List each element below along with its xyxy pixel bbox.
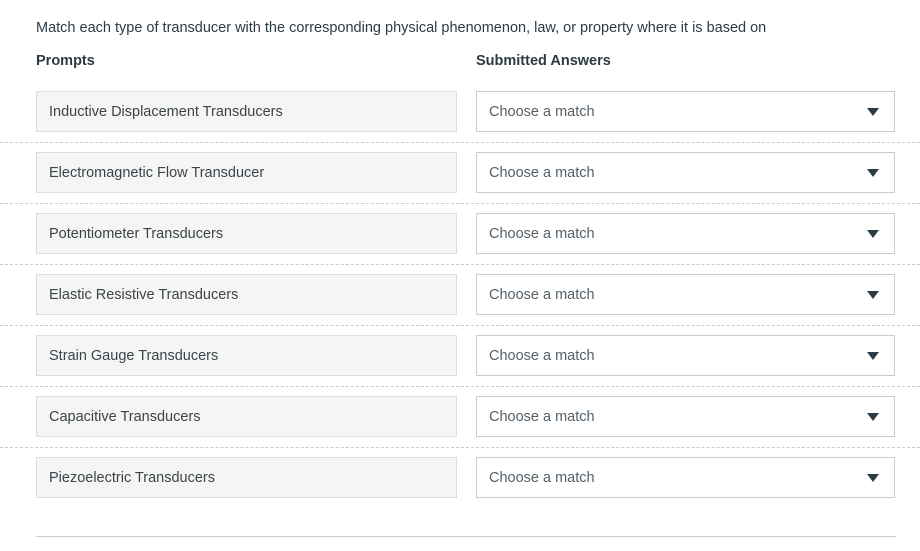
- chevron-down-icon: [866, 105, 880, 119]
- prompts-column-header: Prompts: [36, 53, 95, 69]
- answer-dropdown[interactable]: Choose a match: [476, 213, 895, 254]
- answer-dropdown-value: Choose a match: [489, 103, 595, 120]
- prompt-cell: Strain Gauge Transducers: [36, 335, 457, 376]
- matching-rows: Inductive Displacement Transducers Choos…: [0, 82, 920, 509]
- answer-dropdown-value: Choose a match: [489, 408, 595, 425]
- table-row: Piezoelectric Transducers Choose a match: [0, 448, 920, 509]
- answer-dropdown[interactable]: Choose a match: [476, 335, 895, 376]
- answers-column-header: Submitted Answers: [476, 53, 611, 69]
- answer-dropdown[interactable]: Choose a match: [476, 274, 895, 315]
- answer-dropdown-value: Choose a match: [489, 286, 595, 303]
- table-row: Potentiometer Transducers Choose a match: [0, 204, 920, 265]
- prompt-label: Strain Gauge Transducers: [49, 347, 219, 364]
- chevron-down-icon: [866, 410, 880, 424]
- chevron-down-icon: [866, 288, 880, 302]
- prompt-label: Elastic Resistive Transducers: [49, 286, 239, 303]
- answer-dropdown-value: Choose a match: [489, 225, 595, 242]
- table-row: Capacitive Transducers Choose a match: [0, 387, 920, 448]
- answer-dropdown[interactable]: Choose a match: [476, 152, 895, 193]
- prompt-cell: Inductive Displacement Transducers: [36, 91, 457, 132]
- prompt-cell: Elastic Resistive Transducers: [36, 274, 457, 315]
- chevron-down-icon: [866, 227, 880, 241]
- prompt-label: Capacitive Transducers: [49, 408, 201, 425]
- prompt-cell: Potentiometer Transducers: [36, 213, 457, 254]
- prompt-cell: Piezoelectric Transducers: [36, 457, 457, 498]
- table-row: Electromagnetic Flow Transducer Choose a…: [0, 143, 920, 204]
- answer-dropdown-value: Choose a match: [489, 347, 595, 364]
- column-headers: Prompts Submitted Answers: [0, 52, 920, 82]
- chevron-down-icon: [866, 166, 880, 180]
- chevron-down-icon: [866, 471, 880, 485]
- question-prompt-text: Match each type of transducer with the c…: [36, 20, 767, 36]
- answer-dropdown[interactable]: Choose a match: [476, 396, 895, 437]
- matching-table: Prompts Submitted Answers Inductive Disp…: [0, 52, 920, 509]
- answer-dropdown-value: Choose a match: [489, 469, 595, 486]
- prompt-label: Piezoelectric Transducers: [49, 469, 216, 486]
- table-row: Inductive Displacement Transducers Choos…: [0, 82, 920, 143]
- matching-question: Match each type of transducer with the c…: [0, 0, 920, 551]
- answer-dropdown[interactable]: Choose a match: [476, 457, 895, 498]
- answer-dropdown-value: Choose a match: [489, 164, 595, 181]
- table-row: Strain Gauge Transducers Choose a match: [0, 326, 920, 387]
- chevron-down-icon: [866, 349, 880, 363]
- section-divider: [36, 536, 896, 537]
- answer-dropdown[interactable]: Choose a match: [476, 91, 895, 132]
- prompt-cell: Electromagnetic Flow Transducer: [36, 152, 457, 193]
- prompt-label: Potentiometer Transducers: [49, 225, 224, 242]
- prompt-cell: Capacitive Transducers: [36, 396, 457, 437]
- table-row: Elastic Resistive Transducers Choose a m…: [0, 265, 920, 326]
- prompt-label: Inductive Displacement Transducers: [49, 103, 283, 120]
- prompt-label: Electromagnetic Flow Transducer: [49, 164, 265, 181]
